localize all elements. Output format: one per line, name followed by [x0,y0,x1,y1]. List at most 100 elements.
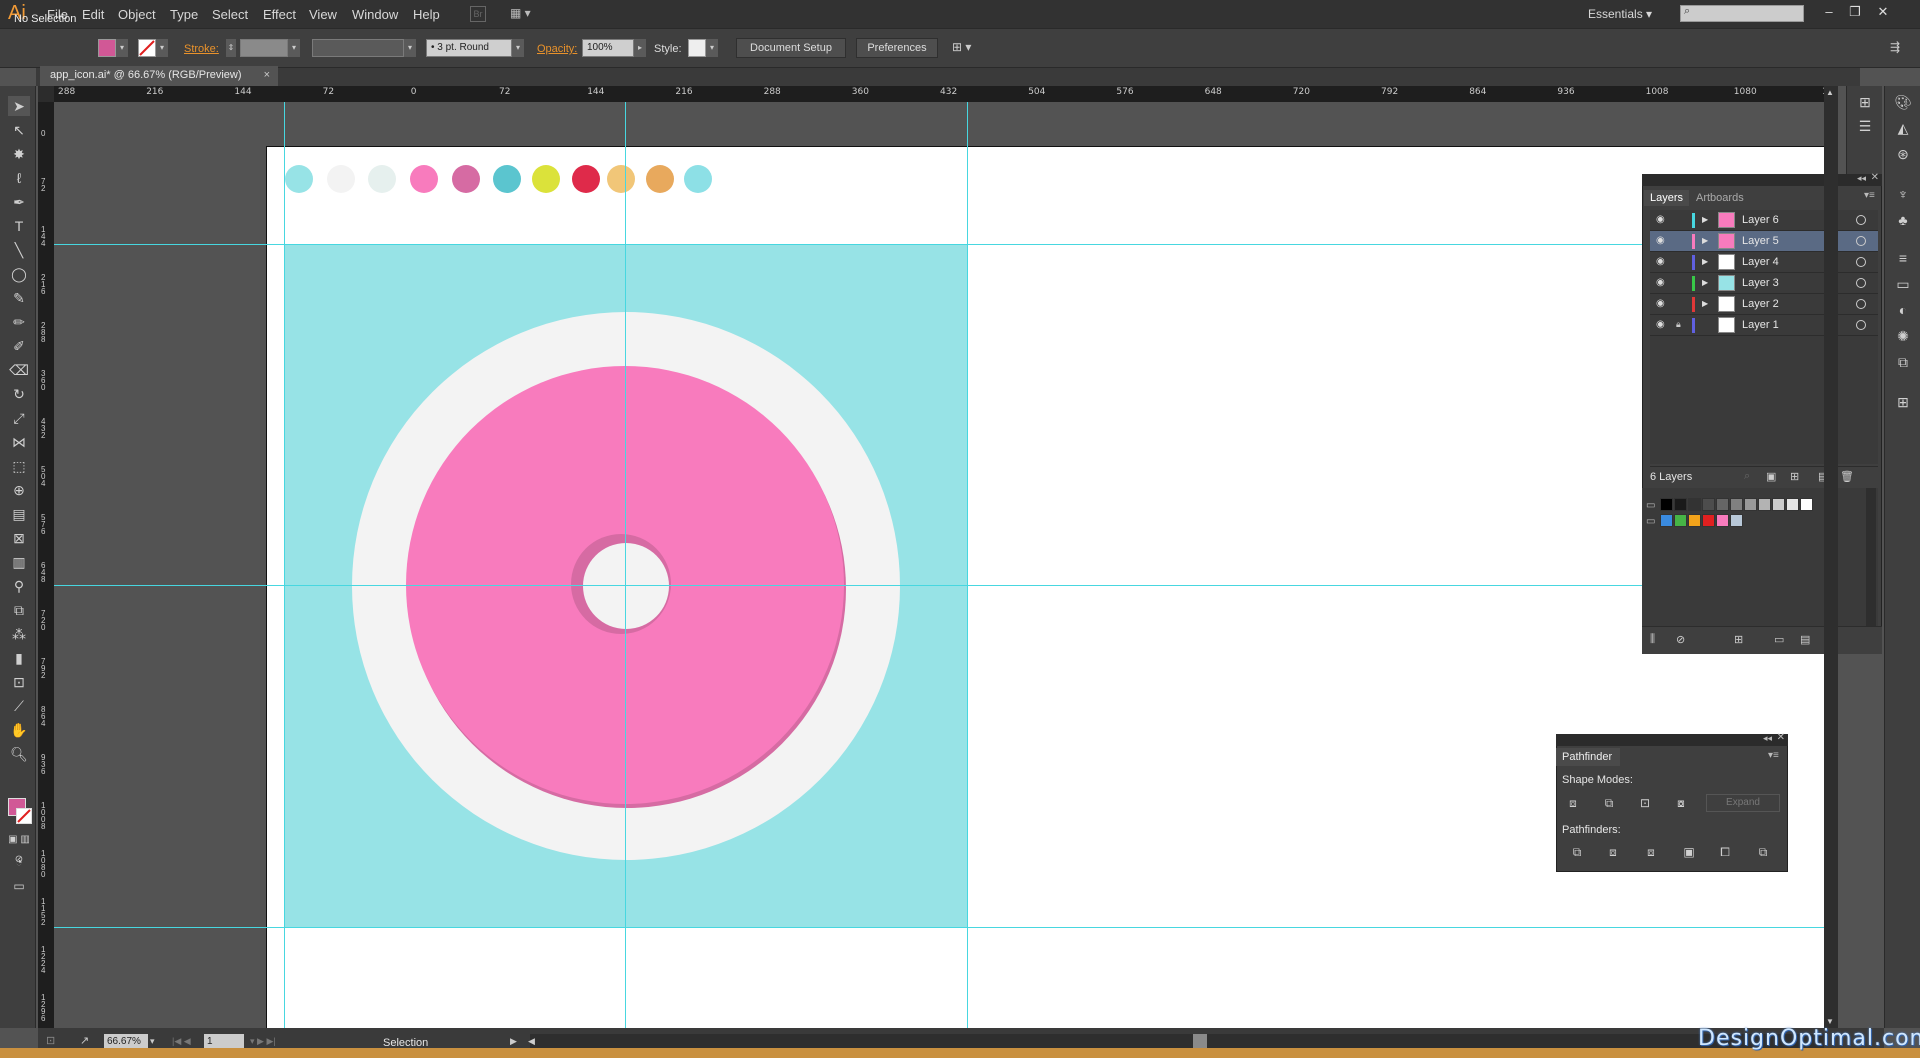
menu-help[interactable]: Help [413,7,440,22]
opacity-label[interactable]: Opacity: [537,43,577,55]
shape-builder-tool-icon[interactable]: ⊕ [8,480,30,500]
collapse-panel-icon[interactable]: ◂◂ [1857,173,1866,184]
scroll-up-icon[interactable]: ▲ [1826,88,1834,97]
layer-target-icon[interactable] [1856,320,1866,330]
visibility-eye-icon[interactable]: ◉ [1656,235,1665,246]
swatch-cell[interactable] [1702,514,1715,527]
pencil-tool-icon[interactable]: ✏ [8,312,30,332]
document-tab[interactable]: app_icon.ai* @ 66.67% (RGB/Preview) × [40,66,278,86]
menu-view[interactable]: View [309,7,337,22]
workspace-switcher[interactable]: Essentials ▾ [1588,7,1652,21]
document-setup-button[interactable]: Document Setup [736,38,846,58]
palette-color-dot[interactable] [684,165,712,193]
pen-tool-icon[interactable]: ✒ [8,192,30,212]
unite-icon[interactable]: ⧈ [1564,794,1582,812]
color-panel-icon[interactable]: 🎨︎ [1892,92,1914,112]
preferences-button[interactable]: Preferences [856,38,938,58]
column-graph-tool-icon[interactable]: ▮ [8,648,30,668]
variable-width-dropdown-icon[interactable]: ▾ [404,39,416,57]
artboard-nav-icon[interactable]: ⊡ [46,1034,55,1047]
layer-target-icon[interactable] [1856,236,1866,246]
first-artboard-icon[interactable]: |◀ ◀ [172,1036,191,1047]
swatch-cell[interactable] [1702,498,1715,511]
lock-icon[interactable]: 🔒︎ [1676,319,1681,330]
ellipse-tool-icon[interactable]: ◯ [8,264,30,284]
free-transform-tool-icon[interactable]: ⬚ [8,456,30,476]
close-button[interactable]: ✕ [1872,4,1894,22]
visibility-eye-icon[interactable]: ◉ [1656,298,1665,309]
type-tool-icon[interactable]: T [8,216,30,236]
brushes-panel-icon[interactable]: ♆ [1892,184,1914,204]
palette-color-dot[interactable] [452,165,480,193]
menu-type[interactable]: Type [170,7,198,22]
screen-mode-icon[interactable]: ▭ [8,876,30,896]
palette-color-dot[interactable] [532,165,560,193]
graphic-styles-icon[interactable]: ⧉ [1892,352,1914,372]
pathfinder-header[interactable]: ◂◂ ✕ [1556,732,1788,746]
delete-layer-icon[interactable]: 🗑︎ [1840,470,1854,483]
brush-field[interactable]: • 3 pt. Round [426,39,512,57]
visibility-eye-icon[interactable]: ◉ [1656,256,1665,267]
minimize-button[interactable]: ‒ [1818,4,1840,22]
tab-layers[interactable]: Layers [1644,190,1690,206]
color-mode-icon[interactable]: ▣ ▥ ⊘ [8,830,30,865]
next-artboard-icon[interactable]: ▾ ▶ ▶| [250,1036,276,1047]
layer-target-icon[interactable] [1856,299,1866,309]
palette-color-dot[interactable] [368,165,396,193]
style-dropdown-icon[interactable]: ▾ [706,39,718,57]
swatch-cell[interactable] [1758,498,1771,511]
guide-vertical[interactable] [284,102,285,1028]
swatches-scrollbar[interactable] [1866,488,1876,626]
close-panel-icon[interactable]: ✕ [1871,172,1879,183]
clipping-mask-icon[interactable]: ▣ [1766,470,1776,483]
blob-brush-tool-icon[interactable]: ✐ [8,336,30,356]
opacity-field[interactable]: 100% [582,39,634,57]
fill-dropdown-icon[interactable]: ▾ [116,39,128,57]
minus-front-icon[interactable]: ⧉ [1600,794,1618,812]
new-sublayer-icon[interactable]: ⊞ [1790,470,1799,483]
selection-tool-icon[interactable]: ➤ [8,96,30,116]
mesh-tool-icon[interactable]: ⊠ [8,528,30,548]
guide-vertical[interactable] [967,102,968,1028]
hand-tool-icon[interactable]: ✋ [8,720,30,740]
layer-name[interactable]: Layer 4 [1742,256,1779,268]
layer-row[interactable]: ◉ ▶ Layer 2 [1650,294,1878,315]
menu-effect[interactable]: Effect [263,7,296,22]
slice-tool-icon[interactable]: ⟋ [8,696,30,716]
visibility-eye-icon[interactable]: ◉ [1656,277,1665,288]
expand-button[interactable]: Expand [1706,794,1780,812]
swatch-libraries-icon[interactable]: ⫼ [1650,633,1655,646]
gradient-tool-icon[interactable]: ▥ [8,552,30,572]
swatch-cell[interactable] [1688,514,1701,527]
pathfinder-menu-icon[interactable]: ▾≡ [1768,750,1779,761]
expand-arrow-icon[interactable]: ▶ [1702,215,1708,224]
restore-button[interactable]: ❐ [1844,4,1866,22]
color-guide-icon[interactable]: ◭ [1892,118,1914,138]
stroke-swatch[interactable] [138,39,156,57]
menu-window[interactable]: Window [352,7,398,22]
layer-name[interactable]: Layer 5 [1742,235,1779,247]
swatch-cell[interactable] [1716,498,1729,511]
layer-name[interactable]: Layer 6 [1742,214,1779,226]
menu-select[interactable]: Select [212,7,248,22]
eraser-tool-icon[interactable]: ⌫ [8,360,30,380]
zoom-dropdown-icon[interactable]: ▾ [150,1036,155,1047]
layer-name[interactable]: Layer 2 [1742,298,1779,310]
style-swatch[interactable] [688,39,706,57]
gradient-panel-icon[interactable]: ▭ [1892,274,1914,294]
swatch-cell[interactable] [1730,514,1743,527]
outline-icon[interactable]: ⧠ [1716,843,1734,861]
divide-icon[interactable]: ⧉ [1568,843,1586,861]
stroke-label[interactable]: Stroke: [184,43,219,55]
bridge-button[interactable]: Br [470,6,486,22]
variable-width-field[interactable] [312,39,404,57]
stroke-dropdown-icon[interactable]: ▾ [156,39,168,57]
swatch-cell[interactable] [1786,498,1799,511]
arrange-icon[interactable]: ⊞ ▾ [952,40,971,54]
scale-tool-icon[interactable]: ⤢ [8,408,30,428]
guide-vertical[interactable] [625,102,626,1028]
panel-menu-icon[interactable]: ⇶ [1890,40,1900,54]
stroke-panel-icon[interactable]: ≡ [1892,248,1914,268]
menu-edit[interactable]: Edit [82,7,104,22]
layer-row[interactable]: ◉ ▶ Layer 5 [1650,231,1878,252]
